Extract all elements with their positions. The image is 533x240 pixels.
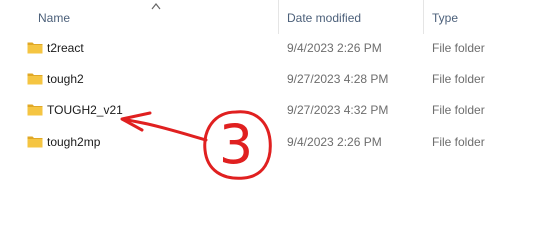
column-header-date-modified[interactable]: Date modified xyxy=(287,10,419,26)
column-divider[interactable] xyxy=(423,0,424,34)
column-header-row: Name Date modified Type xyxy=(0,0,533,34)
folder-icon xyxy=(27,73,43,85)
file-name: TOUGH2_v21 xyxy=(47,103,123,117)
file-name: tough2mp xyxy=(47,135,101,149)
column-header-type[interactable]: Type xyxy=(432,10,522,26)
file-type: File folder xyxy=(432,41,485,55)
file-name: t2react xyxy=(47,41,84,55)
file-date-modified: 9/4/2023 2:26 PM xyxy=(287,41,382,55)
file-row[interactable]: tough2mp 9/4/2023 2:26 PM File folder xyxy=(20,131,525,153)
folder-icon xyxy=(27,42,43,54)
file-explorer: Name Date modified Type t2react 9/4/2023… xyxy=(0,0,533,224)
column-header-name[interactable]: Name xyxy=(38,10,274,26)
sort-ascending-icon xyxy=(151,3,161,10)
file-date-modified: 9/27/2023 4:28 PM xyxy=(287,72,389,86)
file-row[interactable]: tough2 9/27/2023 4:28 PM File folder xyxy=(20,68,525,90)
file-row[interactable]: TOUGH2_v21 9/27/2023 4:32 PM File folder xyxy=(20,99,525,121)
file-date-modified: 9/27/2023 4:32 PM xyxy=(287,103,389,117)
file-row[interactable]: t2react 9/4/2023 2:26 PM File folder xyxy=(20,37,525,59)
file-date-modified: 9/4/2023 2:26 PM xyxy=(287,135,382,149)
folder-icon xyxy=(27,104,43,116)
file-type: File folder xyxy=(432,103,485,117)
annotation-number: 3 xyxy=(218,113,254,176)
folder-icon xyxy=(27,136,43,148)
file-type: File folder xyxy=(432,72,485,86)
file-type: File folder xyxy=(432,135,485,149)
column-divider[interactable] xyxy=(278,0,279,34)
file-name: tough2 xyxy=(47,72,84,86)
